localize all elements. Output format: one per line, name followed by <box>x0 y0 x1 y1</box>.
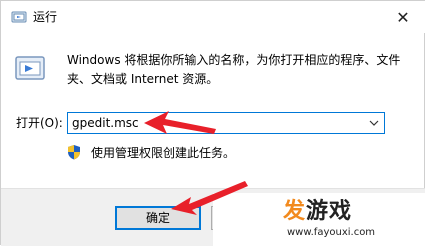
watermark-rest: 游戏 <box>306 199 353 224</box>
shield-icon <box>68 145 80 160</box>
watermark: 发游戏 www.fayouxi.com <box>213 193 425 246</box>
close-icon: ✕ <box>396 7 410 27</box>
command-input[interactable]: gpedit.msc <box>72 115 139 131</box>
watermark-url: www.fayouxi.com <box>287 227 376 238</box>
window-title: 运行 <box>33 10 58 24</box>
watermark-logo: 发游戏 <box>283 199 352 225</box>
run-app-icon <box>11 11 27 23</box>
run-dialog: 运行 ✕ Windows 将根据你所输入的名称，为你打开相应的程序、文件夹、文档… <box>0 0 425 246</box>
run-description: Windows 将根据你所输入的名称，为你打开相应的程序、文件夹、文档或 Int… <box>67 53 401 86</box>
command-combobox[interactable]: gpedit.msc <box>67 112 385 134</box>
open-label: 打开(O): <box>16 116 63 130</box>
ok-button[interactable]: 确定 <box>115 206 201 230</box>
watermark-fa: 发 <box>283 199 307 224</box>
dropdown-arrow-icon[interactable] <box>369 116 379 130</box>
title-bar[interactable]: 运行 ✕ <box>1 1 425 33</box>
admin-notice: 使用管理权限创建此任务。 <box>91 146 236 160</box>
close-button[interactable]: ✕ <box>380 1 425 33</box>
run-large-icon <box>15 56 45 80</box>
